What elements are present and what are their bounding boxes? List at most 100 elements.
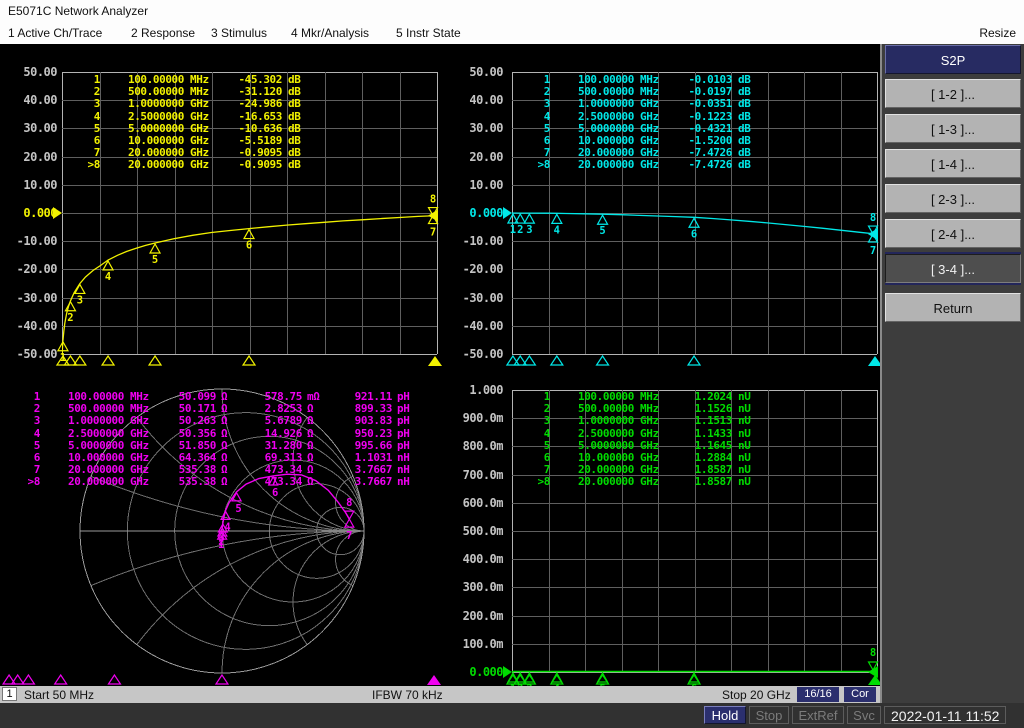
menu-bar: Resize 1 Active Ch/Trace 2 Response 3 Stim… [0, 22, 1024, 44]
svg-text:1: 1 [510, 224, 516, 236]
marker-table-row: 3 1.0000000 GHz 50.263 Ω 5.6789 Ω 903.83 pH [33, 414, 410, 428]
marker-table-row: 4 2.5000000 GHz -16.653 dB [93, 109, 301, 123]
tr4-ytick: 500.0m [462, 524, 504, 538]
svg-text:7: 7 [870, 245, 876, 257]
window-title: E5071C Network Analyzer [8, 4, 149, 18]
resize-control[interactable]: Resize [979, 26, 1016, 40]
tr4-ytick: 900.0m [462, 411, 504, 426]
active-trace-arrow-icon: ▶ [440, 50, 447, 63]
stop-frequency-label: Stop 20 GHz [722, 688, 791, 702]
svg-text:8: 8 [346, 497, 352, 509]
correction-badge: Cor [844, 687, 876, 702]
tr2-ytick: -10.00 [462, 234, 504, 249]
tr2-ytick: -50.00 [462, 347, 504, 361]
svg-text:3: 3 [526, 224, 532, 236]
softkey-1-2[interactable]: [ 1-2 ]... [885, 79, 1021, 108]
instrument-state-bar: Hold Stop ExtRef Svc 2022-01-11 11:52 [0, 703, 1024, 728]
tr2-ytick: -30.00 [462, 290, 504, 305]
svg-text:5: 5 [599, 225, 605, 237]
tr4-ytick: 600.0m [462, 495, 504, 510]
tr1-ytick: 0.000 [23, 206, 57, 220]
marker-table-row: 3 1.0000000 GHz -0.0351 dB [543, 97, 751, 111]
svg-text:3: 3 [219, 532, 225, 544]
channel-number-box: 1 [2, 687, 17, 701]
tr4-title: Tr4 Ls Lin Mag 100.0mU/ Ref 0.000U [F2 E… [450, 365, 761, 380]
menu-item-5[interactable]: 5 Instr State [396, 26, 461, 40]
softkey-2-4[interactable]: [ 2-4 ]... [885, 219, 1021, 248]
tr1-ytick: -40.00 [16, 318, 58, 333]
tr4-ytick: 200.0m [462, 608, 504, 623]
svg-text:4: 4 [105, 271, 111, 283]
tr4-ytick: 300.0m [462, 580, 504, 595]
svg-text:2: 2 [67, 312, 73, 324]
tr2-ytick: 10.00 [469, 177, 503, 192]
hold-indicator: Hold [704, 706, 746, 724]
tr1-marker-table: 1 100.00000 MHz -45.302 dB 2 500.00000 MHz -31.1… [76, 73, 308, 172]
tr2-title-rest: S43 Log Mag 10.00dB/ Ref 0.000dB [F2 Smo… [473, 49, 777, 64]
tr1-ytick: -50.00 [16, 347, 58, 361]
marker-table-row: 3 1.0000000 GHz 1.1513 nU [543, 414, 751, 428]
tr3-marker-table: 1 100.00000 MHz 50.099 Ω 578.75 mΩ 921.11 pH 2 500… [16, 390, 416, 489]
tr2-ytick: 30.00 [469, 121, 503, 136]
tr1-title: Tr1 S33 Log Mag 10.00dB/ Ref 0.000dB [F2… [60, 49, 386, 64]
tr2-ytick: -40.00 [462, 318, 504, 333]
status-bar: 1 Start 50 MHz IFBW 70 kHz Stop 20 GHz 1… [0, 686, 880, 703]
tr4-marker-table: 1 100.00000 MHz 1.2024 nU 2 500.00000 MHz 1.1526… [526, 390, 758, 489]
tr4-ytick: 1.000 [469, 383, 503, 397]
menu-item-2[interactable]: 2 Response [131, 26, 195, 40]
start-frequency-label: Start 50 MHz [24, 688, 95, 702]
window-titlebar: E5071C Network Analyzer [0, 0, 1024, 22]
svg-text:5: 5 [235, 503, 241, 515]
extref-indicator: ExtRef [792, 706, 844, 724]
tr4-ytick: 100.0m [462, 636, 504, 651]
svg-text:1: 1 [60, 352, 66, 364]
tr1-ytick: 10.00 [23, 177, 57, 192]
tr2-active-label: Tr2 [449, 49, 472, 64]
marker-table-row: >8 20.000000 GHz 535.38 Ω 473.34 Ω 3.7667 nH [27, 475, 410, 489]
tr1-ytick: 50.00 [23, 65, 57, 79]
svg-text:3: 3 [77, 294, 83, 306]
marker-table-row: 3 1.0000000 GHz -24.986 dB [93, 97, 301, 111]
softkey-1-4[interactable]: [ 1-4 ]... [885, 149, 1021, 178]
marker-table-row: 4 2.5000000 GHz 50.356 Ω 14.926 Ω 950.23 pH [33, 426, 410, 440]
tr1-ytick: 20.00 [23, 149, 57, 164]
tr1-ytick: -20.00 [16, 262, 58, 277]
softkey-3-4[interactable]: [ 3-4 ]... [885, 254, 1021, 283]
tr2-title: ▶ Tr2 S43 Log Mag 10.00dB/ Ref 0.000dB [… [440, 49, 777, 64]
softkey-1-3[interactable]: [ 1-3 ]... [885, 114, 1021, 143]
svg-text:8: 8 [430, 194, 436, 206]
tr1-ytick: 30.00 [23, 121, 57, 136]
tr4-ytick: 800.0m [462, 439, 504, 454]
svg-text:8: 8 [870, 647, 876, 659]
marker-table-row: 4 2.5000000 GHz 1.1433 nU [543, 426, 751, 440]
svg-text:7: 7 [346, 530, 352, 542]
svg-text:4: 4 [224, 521, 230, 533]
menu-item-4[interactable]: 4 Mkr/Analysis [291, 26, 369, 40]
softkey-menu-title: S2P [885, 45, 1021, 74]
svg-text:4: 4 [554, 224, 560, 236]
svg-text:6: 6 [246, 240, 252, 252]
svc-indicator: Svc [847, 706, 881, 724]
marker-table-row: >8 20.000000 GHz -7.4726 dB [537, 158, 751, 172]
stop-indicator: Stop [749, 706, 789, 724]
svg-text:2: 2 [517, 224, 523, 236]
softkey-return[interactable]: Return [885, 293, 1021, 322]
marker-table-row: >8 20.000000 GHz -0.9095 dB [87, 158, 301, 172]
tr2-ytick: -20.00 [462, 262, 504, 277]
instrument-display: 1234568712345687123456871234568 Tr1 S33 … [0, 44, 880, 686]
menu-item-1[interactable]: 1 Active Ch/Trace [8, 26, 102, 40]
tr1-ytick: -10.00 [16, 234, 58, 249]
svg-text:7: 7 [430, 227, 436, 239]
softkey-2-3[interactable]: [ 2-3 ]... [885, 184, 1021, 213]
tr4-ytick: 700.0m [462, 467, 504, 482]
svg-text:5: 5 [152, 254, 158, 266]
tr2-ytick: 20.00 [469, 149, 503, 164]
tr2-ytick: 50.00 [469, 65, 503, 79]
datetime-display: 2022-01-11 11:52 [884, 706, 1007, 724]
marker-table-row: >8 20.000000 GHz 1.8587 nU [537, 475, 751, 489]
menu-item-3[interactable]: 3 Stimulus [211, 26, 267, 40]
svg-text:6: 6 [691, 228, 697, 240]
tr2-ytick: 40.00 [469, 93, 503, 108]
tr2-markers: 1 2 3 4 5 6 8 7 [503, 207, 879, 257]
tr4-ytick: 0.000 [469, 665, 503, 679]
